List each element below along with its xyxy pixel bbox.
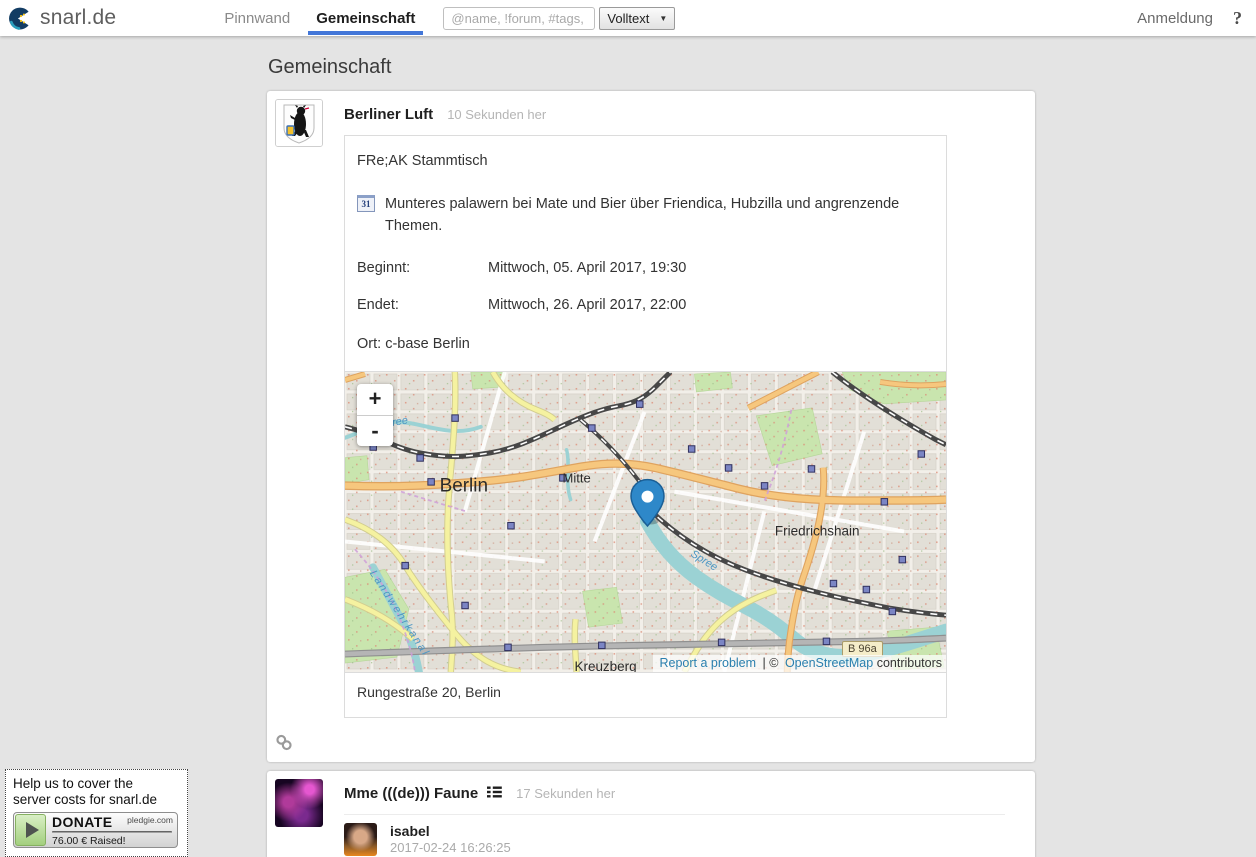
map-zoom-out-button[interactable]: - (357, 415, 393, 446)
comment-avatar-isabel[interactable] (344, 823, 377, 856)
post-timestamp: 17 Sekunden her (516, 786, 615, 801)
map-zoom-control: + - (357, 384, 393, 446)
nav-item-pinnwand[interactable]: Pinnwand (216, 0, 298, 36)
map-attribution: Report a problem | © OpenStreetMap contr… (653, 655, 946, 672)
calendar-icon: 31 (357, 195, 375, 212)
post-timestamp: 10 Sekunden her (447, 107, 546, 122)
donation-message-line1: Help us to cover the (13, 776, 180, 792)
nav-item-gemeinschaft[interactable]: Gemeinschaft (308, 0, 423, 36)
post-author[interactable]: Berliner Luft (344, 106, 433, 123)
map-label-kreuzberg: Kreuzberg (575, 659, 637, 672)
comment: isabel 2017-02-24 16:26:25 #Naming and #… (344, 823, 1005, 857)
friendica-logo-icon (8, 6, 33, 31)
post-card-event: Berliner Luft 10 Sekunden her FRe;AK Sta… (267, 91, 1035, 762)
site-brand[interactable]: snarl.de (8, 0, 116, 36)
login-link[interactable]: Anmeldung (1137, 0, 1213, 36)
comment-author[interactable]: isabel (390, 823, 543, 839)
event-location: Ort: c-base Berlin (357, 336, 934, 352)
donation-message-line2: server costs for snarl.de (13, 792, 180, 808)
page-title: Gemeinschaft (268, 56, 1035, 79)
event-end-label: Endet: (357, 297, 488, 313)
post-avatar-faune[interactable] (275, 779, 323, 827)
search-area: Volltext ▼ (443, 0, 675, 36)
map-label-mitte: Mitte (563, 471, 591, 486)
event-address: Rungestraße 20, Berlin (345, 672, 946, 717)
openstreetmap-link[interactable]: OpenStreetMap (785, 656, 873, 670)
comment-timestamp: 2017-02-24 16:26:25 (390, 840, 543, 855)
event-description: Munteres palawern bei Mate und Bier über… (385, 193, 934, 238)
event-begin-label: Beginnt: (357, 260, 488, 276)
map-canvas: Berlin Mitte Friedrichshain Kreuzberg Sp… (345, 372, 946, 672)
map-label-friedrichshain: Friedrichshain (775, 523, 860, 538)
active-tab-underline (308, 31, 423, 35)
brand-name: snarl.de (40, 6, 116, 30)
donation-raised-amount: 76.00 € Raised! (52, 835, 173, 847)
pledgie-donate-button[interactable]: DONATE pledgie.com 76.00 € Raised! (13, 812, 178, 848)
event-begin-value: Mittwoch, 05. April 2017, 19:30 (488, 260, 934, 276)
chevron-down-icon: ▼ (659, 14, 667, 23)
forum-icon (487, 785, 502, 803)
event-box: FRe;AK Stammtisch 31 Munteres palawern b… (344, 135, 947, 718)
help-icon[interactable]: ? (1233, 0, 1242, 36)
map-zoom-in-button[interactable]: + (357, 384, 393, 415)
comment-divider (344, 814, 1005, 815)
permalink-icon[interactable] (275, 734, 293, 756)
donate-label: DONATE (52, 814, 112, 830)
pledgie-play-icon (15, 814, 46, 846)
search-scope-select[interactable]: Volltext ▼ (599, 7, 675, 30)
event-title: FRe;AK Stammtisch (357, 153, 934, 169)
pledgie-site-label: pledgie.com (127, 815, 173, 825)
post-avatar-berliner-luft[interactable] (275, 99, 323, 147)
post-author[interactable]: Mme (((de))) Faune (344, 785, 478, 802)
report-problem-link[interactable]: Report a problem (659, 656, 756, 670)
post-card-status: Mme (((de))) Faune 17 Sekunden her isabe… (267, 771, 1035, 857)
main-nav: Pinnwand Gemeinschaft (216, 0, 433, 36)
search-input[interactable] (443, 7, 595, 30)
event-end-value: Mittwoch, 26. April 2017, 22:00 (488, 297, 934, 313)
openstreetmap-map[interactable]: Berlin Mitte Friedrichshain Kreuzberg Sp… (345, 371, 946, 672)
donation-widget: Help us to cover the server costs for sn… (5, 769, 188, 857)
map-label-berlin: Berlin (440, 476, 488, 497)
top-navbar: snarl.de Pinnwand Gemeinschaft Volltext … (0, 0, 1256, 36)
main-content: Gemeinschaft (267, 56, 1035, 857)
donation-progress-bar (52, 831, 172, 833)
